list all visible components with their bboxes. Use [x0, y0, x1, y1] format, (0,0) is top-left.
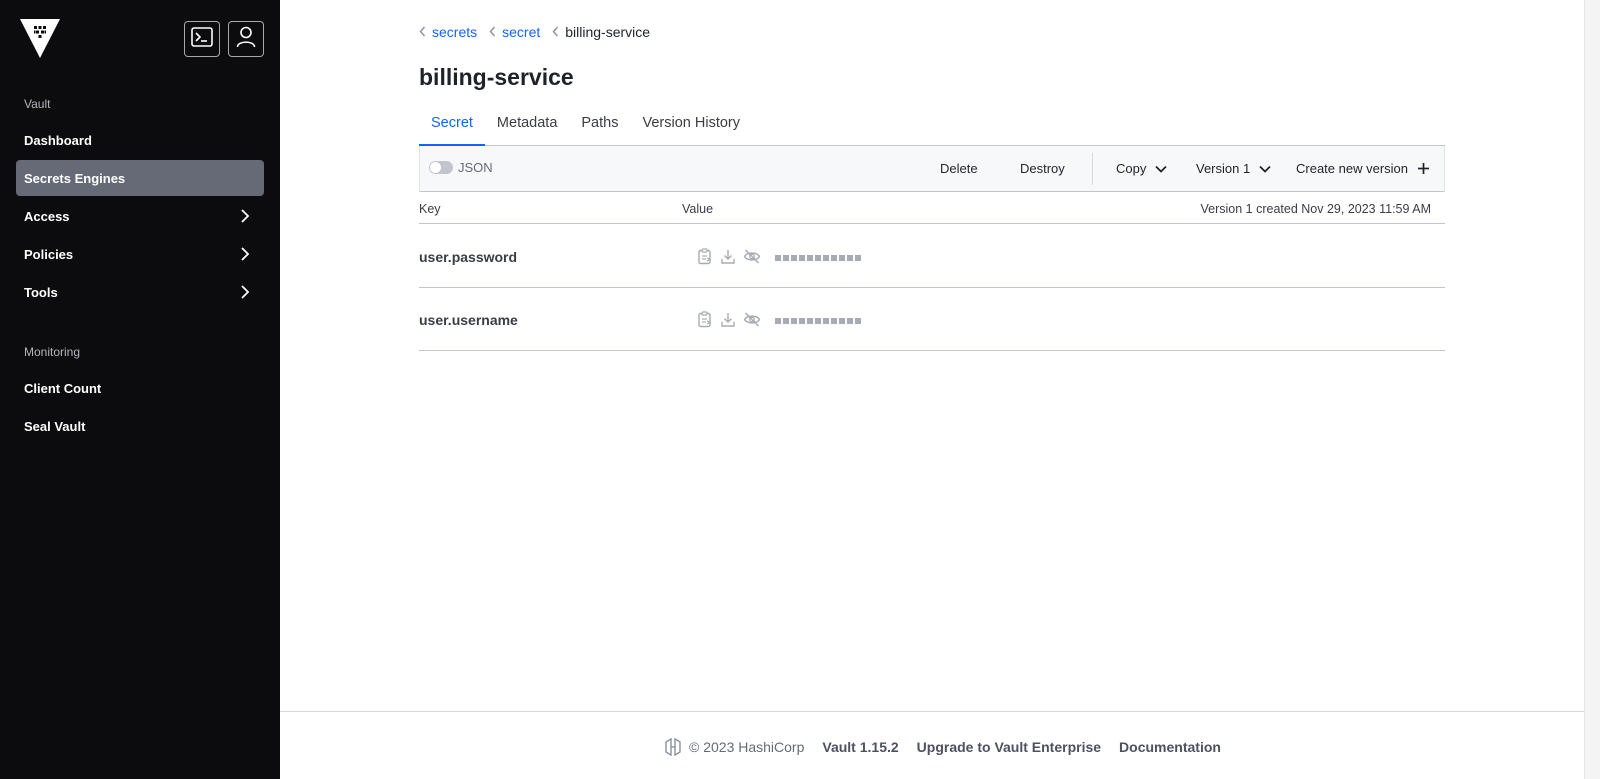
sidebar-item-label: Seal Vault — [24, 418, 86, 434]
tab-metadata[interactable]: Metadata — [485, 108, 569, 146]
footer-copyright: © 2023 HashiCorp — [689, 739, 805, 755]
sidebar-item-label: Client Count — [24, 380, 102, 396]
table-row: user.username — [419, 288, 1445, 351]
breadcrumb-current: billing-service — [565, 24, 651, 40]
column-header-value: Value — [682, 202, 714, 216]
chevron-left-icon — [419, 25, 426, 40]
tab-secret[interactable]: Secret — [419, 108, 485, 146]
chevron-right-icon — [240, 285, 250, 302]
json-toggle-label: JSON — [458, 160, 493, 175]
sidebar-item-label: Access — [24, 208, 70, 224]
user-icon — [236, 26, 256, 53]
download-icon[interactable] — [720, 311, 736, 328]
copy-dropdown-button[interactable]: Copy — [1116, 161, 1167, 176]
tab-bar: Secret Metadata Paths Version History — [419, 108, 1445, 146]
sidebar-item-seal-vault[interactable]: Seal Vault — [16, 408, 264, 444]
chevron-down-icon — [1259, 165, 1271, 173]
sidebar-item-label: Tools — [24, 284, 58, 300]
secret-key: user.username — [419, 312, 518, 328]
plus-icon — [1418, 163, 1429, 174]
sidebar-item-client-count[interactable]: Client Count — [16, 370, 264, 406]
breadcrumb-item[interactable]: secret — [489, 24, 540, 40]
tab-paths[interactable]: Paths — [569, 108, 630, 146]
masked-value — [775, 318, 863, 324]
nav-heading-monitoring: Monitoring — [24, 345, 81, 359]
toolbar-divider — [1092, 153, 1093, 185]
eye-off-icon[interactable] — [743, 248, 761, 265]
secret-toolbar: JSON Delete Destroy Copy Version 1 Creat… — [419, 146, 1445, 192]
chevron-right-icon — [240, 209, 250, 226]
scrollbar[interactable] — [1584, 0, 1600, 779]
footer-upgrade-link[interactable]: Upgrade to Vault Enterprise — [917, 739, 1101, 755]
main-content: secrets secret billing-service billing-s… — [280, 0, 1584, 779]
table-row: user.password — [419, 225, 1445, 288]
column-header-key: Key — [419, 202, 441, 216]
sidebar-item-dashboard[interactable]: Dashboard — [16, 122, 264, 158]
hashicorp-logo-icon — [665, 738, 681, 756]
copy-icon[interactable] — [697, 248, 713, 265]
chevron-right-icon — [240, 247, 250, 264]
breadcrumb-link-secret[interactable]: secret — [502, 24, 540, 40]
version-created-info: Version 1 created Nov 29, 2023 11:59 AM — [1200, 202, 1431, 216]
page-title: billing-service — [419, 64, 574, 90]
json-toggle[interactable] — [429, 161, 453, 174]
breadcrumb-item: billing-service — [552, 24, 650, 40]
secret-key: user.password — [419, 249, 518, 265]
sidebar-item-access[interactable]: Access — [16, 198, 264, 234]
sidebar-item-label: Policies — [24, 246, 74, 262]
table-header: Key Value Version 1 created Nov 29, 2023… — [419, 192, 1445, 224]
version-dropdown-button[interactable]: Version 1 — [1196, 161, 1271, 176]
user-menu-button[interactable] — [228, 21, 264, 57]
masked-value — [775, 255, 863, 261]
eye-off-icon[interactable] — [743, 311, 761, 328]
chevron-left-icon — [552, 25, 559, 40]
footer: © 2023 HashiCorp Vault 1.15.2 Upgrade to… — [280, 711, 1584, 779]
footer-documentation-link[interactable]: Documentation — [1119, 739, 1221, 755]
console-button[interactable] — [184, 21, 220, 57]
sidebar-item-secrets-engines[interactable]: Secrets Engines — [16, 160, 264, 196]
nav-heading-vault: Vault — [24, 97, 51, 111]
breadcrumb-link-secrets[interactable]: secrets — [432, 24, 477, 40]
create-new-version-button[interactable]: Create new version — [1296, 161, 1429, 176]
chevron-down-icon — [1155, 165, 1167, 173]
sidebar-item-tools[interactable]: Tools — [16, 274, 264, 310]
delete-button[interactable]: Delete — [940, 161, 978, 176]
sidebar-item-label: Secrets Engines — [24, 170, 126, 186]
destroy-button[interactable]: Destroy — [1020, 161, 1065, 176]
tab-version-history[interactable]: Version History — [630, 108, 752, 146]
chevron-left-icon — [489, 25, 496, 40]
sidebar-item-policies[interactable]: Policies — [16, 236, 264, 272]
terminal-icon — [191, 26, 213, 52]
download-icon[interactable] — [720, 248, 736, 265]
sidebar-item-label: Dashboard — [24, 132, 92, 148]
copy-icon[interactable] — [697, 311, 713, 328]
vault-logo-icon[interactable] — [20, 18, 60, 58]
breadcrumb: secrets secret billing-service — [419, 24, 662, 40]
breadcrumb-item[interactable]: secrets — [419, 24, 477, 40]
sidebar: Vault Dashboard Secrets Engines Access P… — [0, 0, 280, 779]
footer-version: Vault 1.15.2 — [822, 739, 899, 755]
